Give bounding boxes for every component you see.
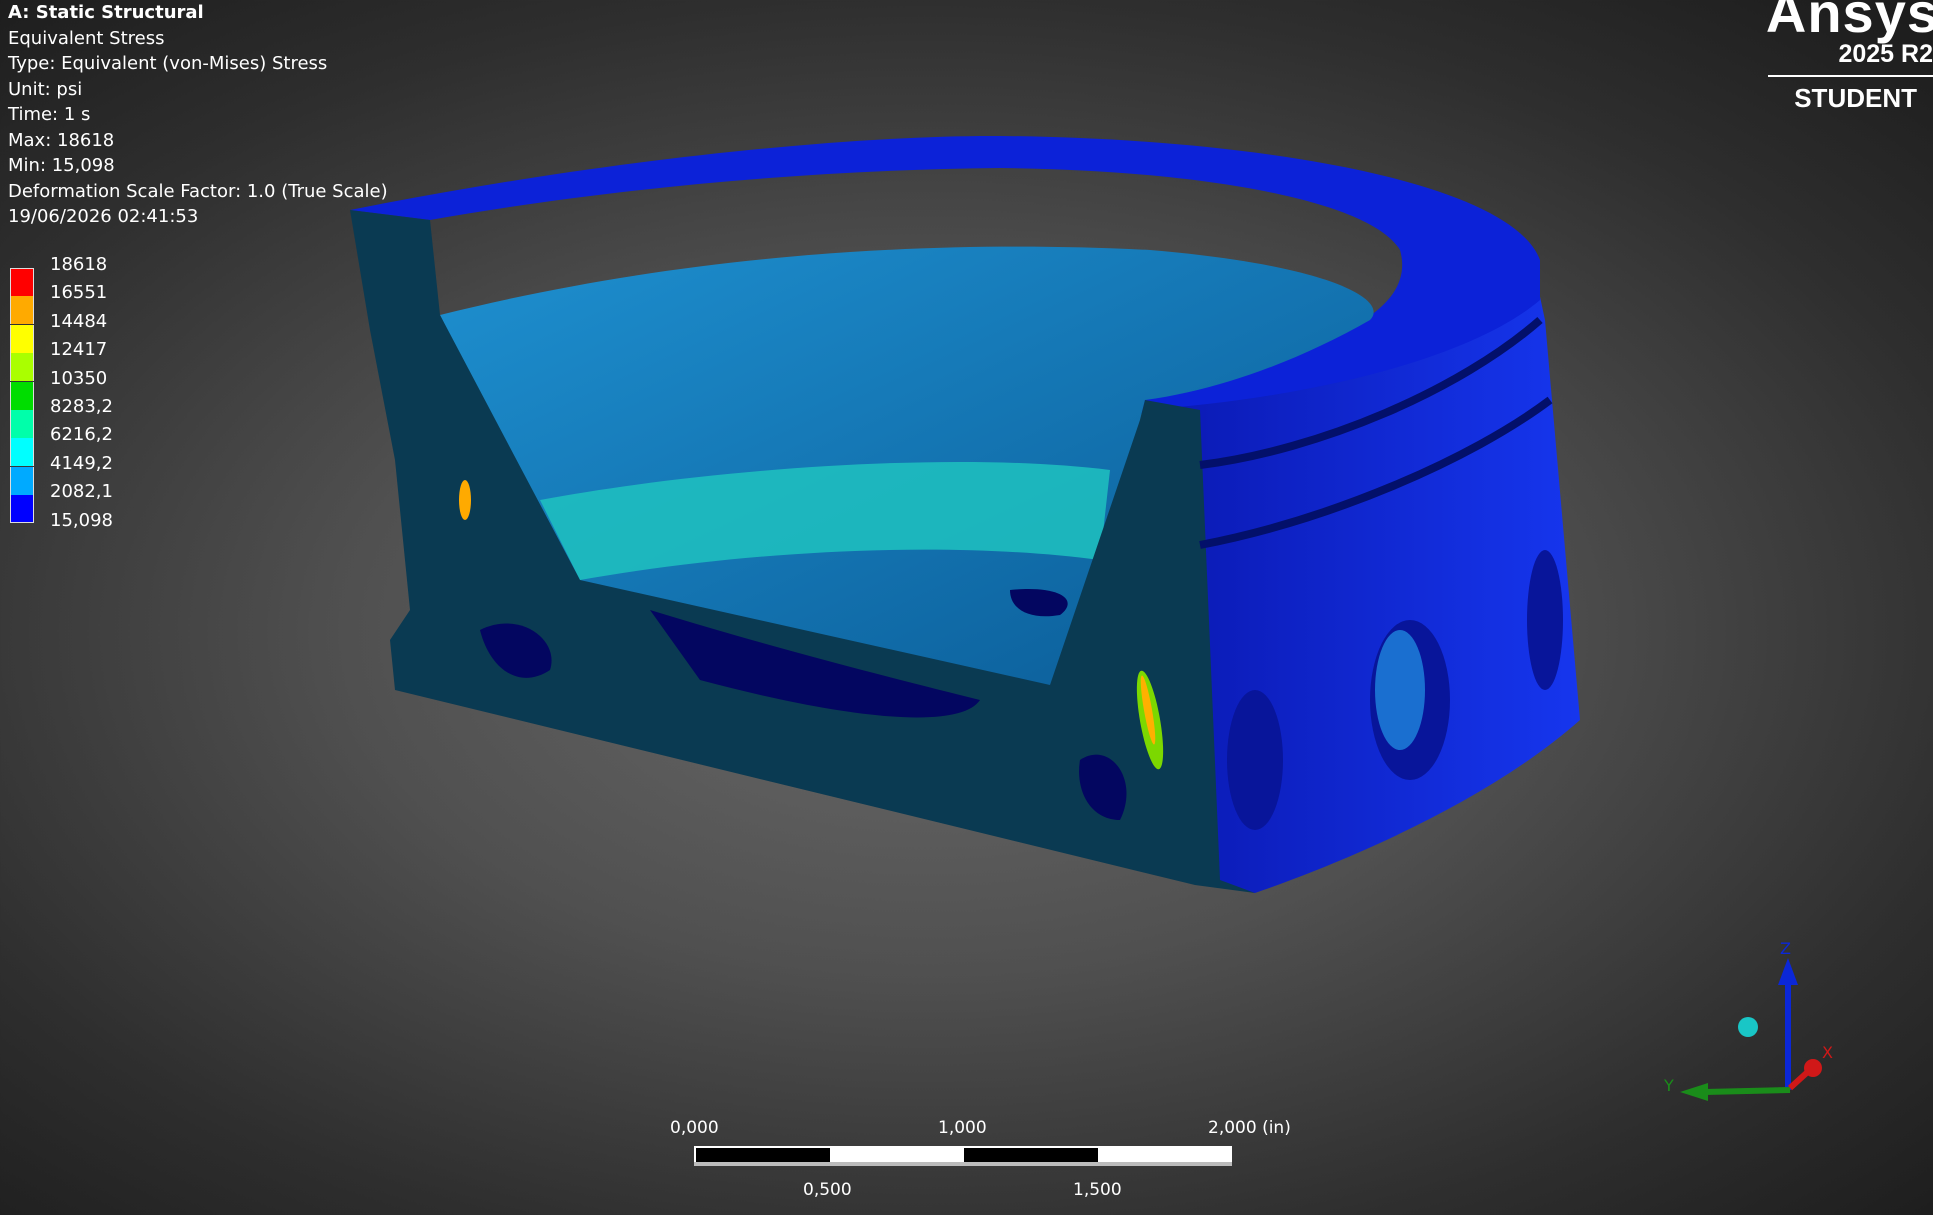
legend-entry: 8283,2 <box>8 396 148 438</box>
logo-divider <box>1768 75 1933 77</box>
z-axis-label: Z <box>1780 940 1791 958</box>
legend-entry: 18618 <box>8 254 148 296</box>
legend-value-label: 4149,2 <box>50 452 113 474</box>
result-time: Time: 1 s <box>8 104 91 125</box>
legend-value-label: 14484 <box>50 310 108 332</box>
result-info: A: Static Structural Equivalent Stress T… <box>8 0 388 230</box>
legend-entry: 16551 <box>8 282 148 325</box>
legend-value-label: 16551 <box>50 282 108 304</box>
scale-label: 0,500 <box>803 1180 852 1200</box>
axis-triad[interactable]: Z X Y <box>1650 940 1850 1120</box>
x-axis-arrowhead <box>1804 1059 1822 1077</box>
logo-version: 2025 R2 <box>1838 40 1933 68</box>
legend-entry: 2082,1 <box>8 481 148 524</box>
result-max: Max: 18618 <box>8 129 115 151</box>
scale-label: 2,000 (in) <box>1208 1118 1291 1138</box>
legend-value-label: 18618 <box>50 254 108 275</box>
y-axis-label: Y <box>1663 1076 1674 1095</box>
pin-hole <box>1527 550 1563 690</box>
scale-bar-graphic <box>694 1146 1232 1166</box>
legend-value-label: 12417 <box>50 339 108 361</box>
legend-entry: 15,098 <box>8 510 148 538</box>
z-axis-arrowhead <box>1778 958 1798 985</box>
stress-hotspot <box>459 480 471 520</box>
scale-bar: 0,000 1,000 2,000 (in) 0,500 1,500 <box>660 1110 1300 1210</box>
legend-value-label: 15,098 <box>50 509 113 531</box>
legend-entry: 12417 <box>8 339 148 382</box>
legend-entry: 4149,2 <box>8 452 148 495</box>
pin-hole <box>1375 630 1425 750</box>
legend-entry: 6216,2 <box>8 424 148 467</box>
logo-brand: Ansys <box>1765 0 1933 44</box>
pin-hole <box>1227 690 1283 830</box>
logo-edition: STUDENT <box>1794 83 1917 113</box>
triad-center-sphere <box>1738 1017 1758 1037</box>
x-axis-label: X <box>1822 1043 1833 1062</box>
result-timestamp: 19/06/2026 02:41:53 <box>8 206 199 227</box>
legend-value-label: 10350 <box>50 367 108 389</box>
analysis-title: A: Static Structural <box>8 2 204 23</box>
result-unit: Unit: psi <box>8 78 83 100</box>
y-axis-arrow <box>1704 1087 1791 1095</box>
deformation-scale: Deformation Scale Factor: 1.0 (True Scal… <box>8 180 388 202</box>
legend-entry: 14484 <box>8 310 148 353</box>
legend-value-label: 8283,2 <box>50 396 113 417</box>
ansys-logo: Ansys 2025 R2 STUDENT <box>1763 0 1933 120</box>
result-name: Equivalent Stress <box>8 27 165 49</box>
result-min: Min: 15,098 <box>8 155 115 176</box>
legend-value-label: 2082,1 <box>50 481 113 503</box>
result-type: Type: Equivalent (von-Mises) Stress <box>8 53 328 74</box>
scale-label: 1,500 <box>1073 1180 1122 1200</box>
scale-label: 1,000 <box>938 1118 987 1138</box>
legend-entry: 10350 <box>8 367 148 410</box>
legend-value-label: 6216,2 <box>50 424 113 446</box>
y-axis-arrowhead <box>1680 1083 1708 1101</box>
scale-label: 0,000 <box>670 1118 719 1138</box>
